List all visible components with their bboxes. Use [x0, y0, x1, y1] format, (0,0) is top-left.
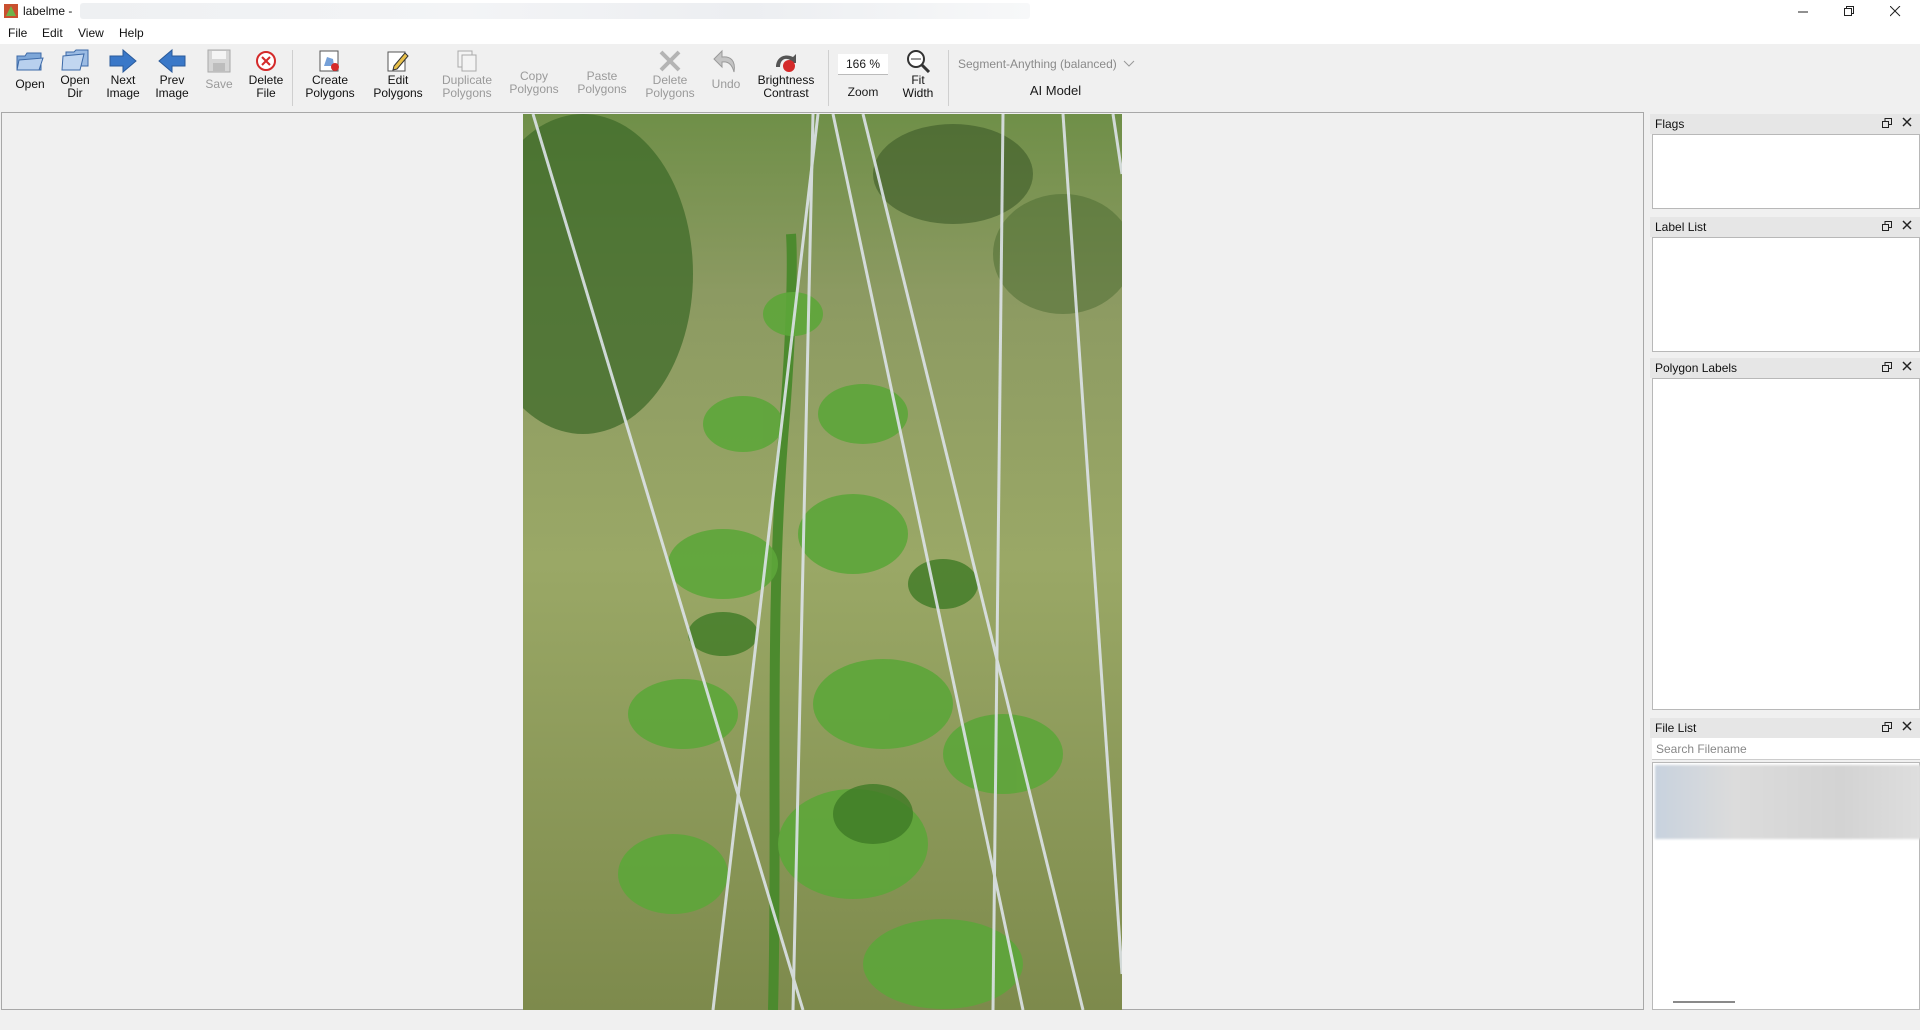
- flags-dock: Flags: [1650, 114, 1920, 209]
- menu-file[interactable]: File: [8, 26, 27, 40]
- save-button[interactable]: Save: [200, 48, 238, 91]
- toolbar-separator: [292, 50, 293, 106]
- delete-file-label: Delete File: [248, 73, 284, 100]
- duplicate-polygons-label: Duplicate Polygons: [441, 73, 493, 100]
- open-label: Open: [15, 77, 45, 91]
- float-icon[interactable]: [1882, 118, 1892, 128]
- folder-stack-icon: [61, 49, 89, 71]
- undo-label: Undo: [711, 77, 741, 91]
- zoom-fit-icon: [907, 50, 931, 73]
- file-list-dock-header: File List: [1650, 718, 1920, 738]
- close-window-button[interactable]: [1872, 0, 1918, 22]
- menu-bar: File Edit View Help: [0, 22, 1920, 44]
- title-bar: labelme -: [0, 0, 1920, 22]
- file-list-dock: File List: [1650, 718, 1920, 1010]
- paste-polygons-label: Paste Polygons: [577, 69, 627, 96]
- polygon-labels-title: Polygon Labels: [1655, 361, 1738, 375]
- file-list[interactable]: [1652, 762, 1920, 1010]
- polygon-labels-dock: Polygon Labels: [1650, 358, 1920, 710]
- float-icon[interactable]: [1882, 362, 1892, 372]
- list-item[interactable]: [1655, 765, 1920, 839]
- delete-file-button[interactable]: Delete File: [245, 48, 287, 100]
- close-icon: [1889, 5, 1900, 16]
- paste-polygons-button[interactable]: Paste Polygons: [572, 48, 632, 96]
- brightness-contrast-icon: [776, 54, 796, 72]
- label-list-dock-header: Label List: [1650, 217, 1920, 237]
- next-image-label: Next Image: [106, 73, 140, 100]
- chevron-down-icon: [1123, 60, 1135, 67]
- horizontal-scrollbar[interactable]: [1673, 1001, 1735, 1003]
- edit-polygons-label: Edit Polygons: [373, 73, 423, 100]
- undo-icon: [713, 49, 735, 73]
- toolbar: Open Open Dir Next Image Prev Image Save…: [0, 44, 1920, 111]
- flags-dock-header: Flags: [1650, 114, 1920, 134]
- arrow-left-icon: [158, 48, 186, 74]
- edit-pencil-icon: [387, 51, 409, 72]
- file-list-title: File List: [1655, 721, 1697, 735]
- create-polygon-icon: [319, 50, 339, 72]
- label-list-title: Label List: [1655, 220, 1707, 234]
- label-list[interactable]: [1652, 237, 1920, 352]
- undo-button[interactable]: Undo: [706, 48, 746, 91]
- copy-polygons-label: Copy Polygons: [509, 69, 559, 96]
- open-dir-button[interactable]: Open Dir: [55, 48, 95, 100]
- copy-polygons-button[interactable]: Copy Polygons: [505, 48, 563, 96]
- create-polygons-button[interactable]: Create Polygons: [300, 48, 360, 100]
- float-icon[interactable]: [1882, 221, 1892, 231]
- image-view[interactable]: [523, 114, 1122, 1010]
- close-icon[interactable]: [1902, 721, 1912, 731]
- fit-width-label: Fit Width: [902, 73, 934, 100]
- prev-image-button[interactable]: Prev Image: [151, 48, 193, 100]
- next-image-button[interactable]: Next Image: [102, 48, 144, 100]
- delete-circle-icon: [256, 51, 276, 71]
- status-bar: [0, 1012, 1920, 1030]
- ai-model-value: Segment-Anything (balanced): [958, 57, 1117, 71]
- brightness-contrast-button[interactable]: Brightness Contrast: [752, 48, 820, 100]
- save-icon: [207, 49, 231, 73]
- delete-polygons-label: Delete Polygons: [645, 73, 695, 100]
- menu-view[interactable]: View: [78, 26, 104, 40]
- restore-button[interactable]: [1826, 0, 1872, 22]
- flags-title: Flags: [1655, 117, 1685, 131]
- close-icon[interactable]: [1902, 361, 1912, 371]
- title-blur: [80, 3, 1030, 19]
- flags-list[interactable]: [1652, 134, 1920, 209]
- zoom-label: Zoom: [847, 85, 879, 99]
- label-list-dock: Label List: [1650, 217, 1920, 352]
- search-filename-input[interactable]: [1652, 738, 1920, 760]
- labelme-icon: [4, 4, 18, 18]
- restore-icon: [1843, 5, 1854, 16]
- edit-polygons-button[interactable]: Edit Polygons: [368, 48, 428, 100]
- open-button[interactable]: Open: [10, 48, 50, 91]
- polygon-labels-dock-header: Polygon Labels: [1650, 358, 1920, 378]
- polygon-labels-list[interactable]: [1652, 378, 1920, 710]
- window-title: labelme -: [23, 4, 73, 18]
- arrow-right-icon: [109, 48, 137, 74]
- close-icon[interactable]: [1902, 117, 1912, 127]
- toolbar-separator: [948, 50, 949, 106]
- plant-photo: [523, 114, 1122, 1010]
- fit-width-button[interactable]: Fit Width: [895, 48, 941, 100]
- save-label: Save: [205, 77, 233, 91]
- duplicate-icon: [457, 50, 477, 72]
- minimize-icon: [1797, 11, 1808, 12]
- delete-polygons-button[interactable]: Delete Polygons: [640, 48, 700, 100]
- zoom-input[interactable]: 166 %: [838, 54, 888, 75]
- ai-model-select[interactable]: Segment-Anything (balanced): [958, 54, 1153, 74]
- delete-cross-icon: [659, 50, 681, 72]
- duplicate-polygons-button[interactable]: Duplicate Polygons: [435, 48, 499, 100]
- open-dir-label: Open Dir: [60, 73, 90, 100]
- close-icon[interactable]: [1902, 220, 1912, 230]
- folder-open-icon: [16, 52, 44, 71]
- menu-edit[interactable]: Edit: [42, 26, 63, 40]
- ai-model-label: AI Model: [1029, 83, 1082, 98]
- menu-help[interactable]: Help: [119, 26, 144, 40]
- minimize-button[interactable]: [1780, 0, 1826, 22]
- float-icon[interactable]: [1882, 722, 1892, 732]
- create-polygons-label: Create Polygons: [305, 73, 355, 100]
- toolbar-separator: [828, 50, 829, 106]
- prev-image-label: Prev Image: [155, 73, 189, 100]
- brightness-contrast-label: Brightness Contrast: [757, 73, 815, 100]
